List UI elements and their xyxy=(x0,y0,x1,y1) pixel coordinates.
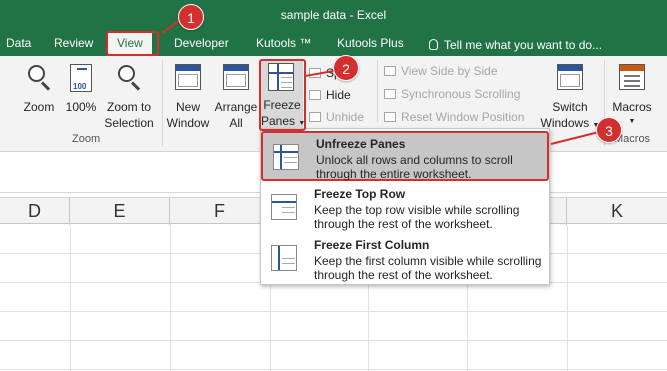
freeze-top-row-icon xyxy=(271,194,297,220)
page-100-icon: 100 xyxy=(70,64,92,92)
freeze-first-column-icon xyxy=(271,245,297,271)
view-side-by-side-label: View Side by Side xyxy=(401,64,498,78)
view-side-by-side-button[interactable]: View Side by Side xyxy=(384,62,498,80)
grid-col-line xyxy=(70,225,71,371)
hide-icon xyxy=(309,90,321,100)
macros-label: Macros xyxy=(612,100,652,114)
grid-col-line xyxy=(567,225,568,371)
new-window-label-1: New xyxy=(175,100,200,114)
zoom-100-label: 100% xyxy=(65,100,97,114)
window-title: sample data - Excel xyxy=(280,8,387,22)
title-bar: sample data - Excel xyxy=(0,0,667,30)
unfreeze-panes-desc: Unlock all rows and columns to scroll th… xyxy=(316,153,513,181)
tab-review[interactable]: Review xyxy=(50,35,97,56)
group-divider xyxy=(377,60,378,122)
unhide-button[interactable]: Unhide xyxy=(309,108,364,126)
column-header-f[interactable]: F xyxy=(170,198,270,225)
callout-badge-2: 2 xyxy=(333,55,359,81)
switch-windows-button[interactable]: Switch Windows ▼ xyxy=(540,60,600,130)
reset-position-icon xyxy=(384,112,396,122)
arrange-all-label-1: Arrange xyxy=(214,100,258,114)
arrange-all-icon xyxy=(223,64,249,90)
tab-kutools-plus[interactable]: Kutools Plus xyxy=(333,35,408,56)
new-window-icon xyxy=(175,64,201,90)
ribbon-tabs: Data Review View Developer Kutools ™ Kut… xyxy=(0,30,667,56)
callout-badge-3: 3 xyxy=(596,117,622,143)
unhide-icon xyxy=(309,112,321,122)
tab-developer[interactable]: Developer xyxy=(170,35,233,56)
menu-item-freeze-top-row[interactable]: Freeze Top Row Keep the top row visible … xyxy=(261,183,549,233)
freeze-panes-highlight xyxy=(259,59,306,131)
reset-window-position-label: Reset Window Position xyxy=(401,110,525,124)
freeze-top-row-desc: Keep the top row visible while scrolling… xyxy=(314,203,520,231)
column-header-d[interactable]: D xyxy=(0,198,70,225)
column-header-e[interactable]: E xyxy=(70,198,170,225)
side-by-side-icon xyxy=(384,66,396,76)
callout-badge-1: 1 xyxy=(178,4,204,30)
macros-icon xyxy=(619,64,645,90)
hide-button[interactable]: Hide xyxy=(309,86,351,104)
zoom-selection-icon xyxy=(116,64,142,91)
zoom-100-button[interactable]: 100 100% xyxy=(62,60,100,130)
zoom-group-label: Zoom xyxy=(72,133,101,145)
freeze-first-column-desc: Keep the first column visible while scro… xyxy=(314,254,542,282)
grid-col-line xyxy=(170,225,171,371)
lightbulb-icon xyxy=(429,39,438,50)
new-window-button[interactable]: New Window xyxy=(164,60,212,130)
magnifier-icon xyxy=(26,64,52,91)
sync-scrolling-label: Synchronous Scrolling xyxy=(401,87,521,101)
unfreeze-panes-title: Unfreeze Panes xyxy=(316,137,406,151)
sync-scroll-icon xyxy=(384,89,396,99)
freeze-top-row-title: Freeze Top Row xyxy=(314,187,406,201)
view-tab-highlight xyxy=(106,31,159,56)
switch-windows-label-1: Switch xyxy=(552,100,588,114)
column-header-k[interactable]: K xyxy=(567,198,667,225)
menu-item-freeze-first-column[interactable]: Freeze First Column Keep the first colum… xyxy=(261,234,549,284)
zoom-label: Zoom xyxy=(23,100,55,114)
zoom-selection-label-1: Zoom to xyxy=(106,100,151,114)
group-divider xyxy=(162,60,163,146)
new-window-label-2: Window xyxy=(166,116,210,130)
tab-kutools[interactable]: Kutools ™ xyxy=(252,35,315,56)
tell-me-search[interactable]: Tell me what you want to do... xyxy=(429,38,602,52)
menu-item-unfreeze-panes[interactable]: Unfreeze Panes Unlock all rows and colum… xyxy=(261,131,549,181)
zoom-selection-label-2: Selection xyxy=(104,116,154,130)
unhide-label: Unhide xyxy=(326,110,365,124)
arrange-all-label-2: All xyxy=(229,116,243,130)
zoom-to-selection-button[interactable]: Zoom to Selection xyxy=(100,60,158,130)
tab-data[interactable]: Data xyxy=(2,35,35,56)
arrange-all-button[interactable]: Arrange All xyxy=(212,60,260,130)
freeze-first-column-title: Freeze First Column xyxy=(314,238,430,252)
reset-window-position-button[interactable]: Reset Window Position xyxy=(384,108,524,126)
unfreeze-panes-icon xyxy=(273,144,299,170)
hide-label: Hide xyxy=(326,88,351,102)
tell-me-label: Tell me what you want to do... xyxy=(444,38,603,52)
zoom-button[interactable]: Zoom xyxy=(20,60,58,130)
synchronous-scrolling-button[interactable]: Synchronous Scrolling xyxy=(384,85,520,103)
freeze-panes-menu: Unfreeze Panes Unlock all rows and colum… xyxy=(260,128,550,285)
switch-windows-icon xyxy=(557,64,583,90)
